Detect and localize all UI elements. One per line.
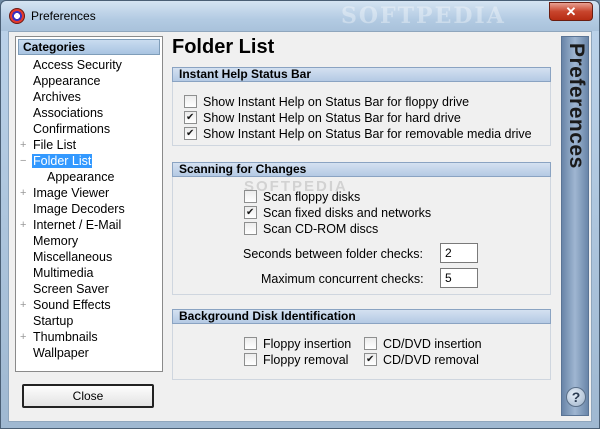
client-area: Categories Access Security Appearance Ar… bbox=[8, 31, 592, 422]
title-bar[interactable]: Preferences SOFTPEDIA ✕ bbox=[1, 1, 599, 31]
tree-item-label: Associations bbox=[33, 106, 104, 120]
hard-drive-help-checkbox[interactable]: Show Instant Help on Status Bar for hard… bbox=[184, 110, 461, 126]
tree-item-label: Image Decoders bbox=[33, 202, 125, 216]
removable-drive-help-checkbox[interactable]: Show Instant Help on Status Bar for remo… bbox=[184, 126, 532, 142]
checkbox-box[interactable] bbox=[364, 337, 377, 350]
background-disk-header: Background Disk Identification bbox=[172, 309, 551, 324]
tree-item-label: Multimedia bbox=[33, 266, 94, 280]
checkbox-label: CD/DVD removal bbox=[383, 353, 479, 367]
tree-item-label: Internet / E-Mail bbox=[33, 218, 122, 232]
tree-item-label: Appearance bbox=[47, 170, 115, 184]
instant-help-header: Instant Help Status Bar bbox=[172, 67, 551, 82]
tree-item-image-decoders[interactable]: Image Decoders bbox=[16, 201, 162, 217]
preferences-window: Preferences SOFTPEDIA ✕ Categories Acces… bbox=[0, 0, 600, 429]
scan-fixed-disks-checkbox[interactable]: Scan fixed disks and networks bbox=[244, 205, 431, 221]
banner-text: Preferences bbox=[565, 43, 588, 169]
window-title: Preferences bbox=[31, 9, 96, 23]
checkbox-label: Show Instant Help on Status Bar for hard… bbox=[203, 111, 461, 125]
tree-item-startup[interactable]: Startup bbox=[16, 313, 162, 329]
tree-item-memory[interactable]: Memory bbox=[16, 233, 162, 249]
tree-item-appearance[interactable]: Appearance bbox=[16, 73, 162, 89]
tree-expander[interactable]: + bbox=[20, 217, 28, 233]
tree-item-internet-email[interactable]: + Internet / E-Mail bbox=[16, 217, 162, 233]
checkbox-label: Scan CD-ROM discs bbox=[263, 222, 379, 236]
categories-panel: Categories Access Security Appearance Ar… bbox=[15, 36, 163, 372]
tree-item-access-security[interactable]: Access Security bbox=[16, 57, 162, 73]
checkbox-box[interactable] bbox=[244, 206, 257, 219]
page-title: Folder List bbox=[172, 36, 275, 58]
checkbox-box[interactable] bbox=[244, 353, 257, 366]
seconds-between-checks-label: Seconds between folder checks: bbox=[243, 247, 423, 261]
app-icon bbox=[9, 8, 25, 24]
help-icon[interactable]: ? bbox=[566, 387, 586, 407]
checkbox-label: Show Instant Help on Status Bar for remo… bbox=[203, 127, 532, 141]
tree-item-label: Image Viewer bbox=[33, 186, 110, 200]
watermark: SOFTPEDIA bbox=[244, 178, 348, 195]
tree-item-label: Appearance bbox=[33, 74, 101, 88]
max-concurrent-checks-label: Maximum concurrent checks: bbox=[261, 272, 424, 286]
tree-item-label: Wallpaper bbox=[33, 346, 89, 360]
tree-item-label: File List bbox=[33, 138, 77, 152]
tree-item-label: Miscellaneous bbox=[33, 250, 113, 264]
seconds-between-checks-input[interactable]: 2 bbox=[440, 243, 478, 263]
close-button[interactable]: Close bbox=[22, 384, 154, 408]
tree-item-sound-effects[interactable]: + Sound Effects bbox=[16, 297, 162, 313]
tree-item-confirmations[interactable]: Confirmations bbox=[16, 121, 162, 137]
tree-item-folder-list[interactable]: − Folder List bbox=[16, 153, 162, 169]
tree-item-file-list[interactable]: + File List bbox=[16, 137, 162, 153]
tree-item-label: Access Security bbox=[33, 58, 122, 72]
cddvd-removal-checkbox[interactable]: CD/DVD removal bbox=[364, 352, 479, 368]
checkbox-label: Show Instant Help on Status Bar for flop… bbox=[203, 95, 470, 109]
tree-item-label: Confirmations bbox=[33, 122, 111, 136]
tree-expander[interactable]: + bbox=[20, 185, 28, 201]
tree-expander[interactable]: − bbox=[20, 153, 28, 169]
tree-item-label: Folder List bbox=[32, 154, 93, 168]
checkbox-label: CD/DVD insertion bbox=[383, 337, 482, 351]
floppy-insertion-checkbox[interactable]: Floppy insertion bbox=[244, 336, 351, 352]
categories-header: Categories bbox=[18, 39, 160, 55]
scanning-group: Scan floppy disks Scan fixed disks and n… bbox=[172, 177, 551, 295]
floppy-removal-checkbox[interactable]: Floppy removal bbox=[244, 352, 348, 368]
checkbox-box[interactable] bbox=[184, 95, 197, 108]
tree-item-archives[interactable]: Archives bbox=[16, 89, 162, 105]
tree-item-label: Sound Effects bbox=[33, 298, 111, 312]
scanning-header: Scanning for Changes bbox=[172, 162, 551, 177]
tree-item-label: Archives bbox=[33, 90, 81, 104]
background-disk-group: Floppy insertion CD/DVD insertion Floppy… bbox=[172, 324, 551, 380]
tree-item-label: Startup bbox=[33, 314, 74, 328]
tree-item-screen-saver[interactable]: Screen Saver bbox=[16, 281, 162, 297]
checkbox-label: Floppy insertion bbox=[263, 337, 352, 351]
scan-cdrom-checkbox[interactable]: Scan CD-ROM discs bbox=[244, 221, 378, 237]
preferences-banner: Preferences ? bbox=[561, 36, 589, 416]
cddvd-insertion-checkbox[interactable]: CD/DVD insertion bbox=[364, 336, 482, 352]
tree-item-thumbnails[interactable]: + Thumbnails bbox=[16, 329, 162, 345]
tree-item-associations[interactable]: Associations bbox=[16, 105, 162, 121]
checkbox-label: Scan fixed disks and networks bbox=[263, 206, 432, 220]
checkbox-label: Floppy removal bbox=[263, 353, 349, 367]
checkbox-box[interactable] bbox=[244, 222, 257, 235]
tree-item-label: Thumbnails bbox=[33, 330, 98, 344]
tree-expander[interactable]: + bbox=[20, 137, 28, 153]
tree-item-label: Memory bbox=[33, 234, 79, 248]
checkbox-box[interactable] bbox=[364, 353, 377, 366]
watermark: SOFTPEDIA bbox=[341, 3, 506, 29]
window-close-button[interactable]: ✕ bbox=[549, 2, 593, 21]
tree-item-label: Screen Saver bbox=[33, 282, 109, 296]
max-concurrent-checks-input[interactable]: 5 bbox=[440, 268, 478, 288]
checkbox-box[interactable] bbox=[184, 111, 197, 124]
tree-item-miscellaneous[interactable]: Miscellaneous bbox=[16, 249, 162, 265]
checkbox-box[interactable] bbox=[184, 127, 197, 140]
tree-expander[interactable]: + bbox=[20, 329, 28, 345]
checkbox-box[interactable] bbox=[244, 337, 257, 350]
tree-item-folder-list-appearance[interactable]: Appearance bbox=[16, 169, 162, 185]
floppy-drive-help-checkbox[interactable]: Show Instant Help on Status Bar for flop… bbox=[184, 94, 469, 110]
categories-tree[interactable]: Access Security Appearance Archives Asso… bbox=[16, 57, 162, 361]
close-icon: ✕ bbox=[565, 4, 577, 19]
tree-item-image-viewer[interactable]: + Image Viewer bbox=[16, 185, 162, 201]
instant-help-group: Show Instant Help on Status Bar for flop… bbox=[172, 82, 551, 146]
tree-item-wallpaper[interactable]: Wallpaper bbox=[16, 345, 162, 361]
tree-item-multimedia[interactable]: Multimedia bbox=[16, 265, 162, 281]
tree-expander[interactable]: + bbox=[20, 297, 28, 313]
